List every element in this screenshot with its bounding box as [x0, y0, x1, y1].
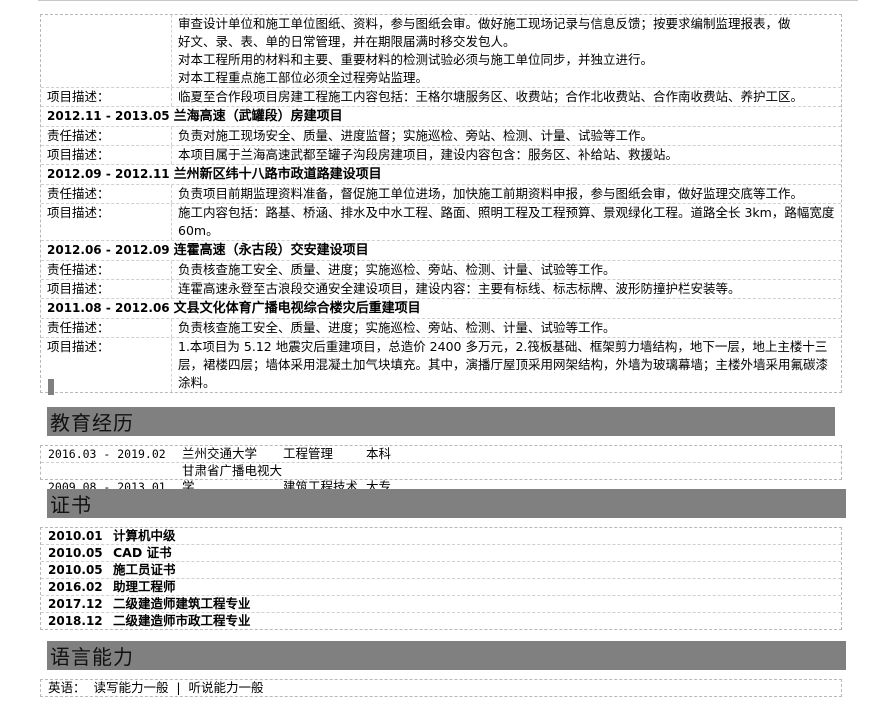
row-content: 负责项目前期监理资料准备，督促施工单位进场，加快施工前期资料申报，参与图纸会审，… [178, 186, 804, 201]
row-label: 项目描述： [41, 204, 172, 240]
project-row: 责任描述： 负责对施工现场安全、质量、进度监督；实施巡检、旁站、检测、计量、试验… [41, 127, 841, 146]
project-name: 兰海高速（武罐段）房建项目 [173, 109, 343, 124]
row-content: 审查设计单位和施工单位图纸、资料，参与图纸会审。做好施工现场记录与信息反馈；按要… [172, 15, 841, 87]
certificate-date: 2017.12 [48, 597, 103, 611]
section-title: 语言能力 [50, 645, 134, 669]
text-line: 对本工程所用的材料和主要、重要材料的检测试验必须与施工单位同步，并独立进行。 [178, 52, 654, 67]
text-cursor-mark [48, 379, 54, 395]
work-experience-table: 审查设计单位和施工单位图纸、资料，参与图纸会审。做好施工现场记录与信息反馈；按要… [40, 14, 842, 393]
project-row: 责任描述： 负责核查施工安全、质量、进度；实施巡检、旁站、检测、计量、试验等工作… [41, 319, 841, 338]
section-header-certificates: 证书 [47, 489, 846, 518]
project-row: 责任描述： 负责项目前期监理资料准备，督促施工单位进场，加快施工前期资料申报，参… [41, 185, 841, 204]
certificate-date: 2010.01 [48, 529, 103, 543]
section-header-education: 教育经历 [47, 407, 835, 436]
project-date: 2011.08 - 2012.06 [47, 301, 170, 315]
project-row: 项目描述： 连霍高速永登至古浪段交通安全建设项目，建设内容：主要有标线、标志标牌… [41, 280, 841, 299]
certificates-box: 2010.01 计算机中级 2010.05 CAD 证书 2010.05 施工员证书 … [40, 527, 842, 630]
certificate-name: 施工员证书 [113, 562, 176, 577]
row-label: 责任描述： [41, 185, 172, 203]
education-row: 2009.08 - 2013.01甘肃省广播电视大学 建筑工程技术 大专 [41, 463, 841, 494]
certificate-name: 计算机中级 [113, 528, 176, 543]
row-label [41, 15, 172, 87]
project-name: 连霍高速（永古段）交安建设项目 [173, 243, 369, 258]
certificate-row: 2017.12 二级建造师建筑工程专业 [41, 596, 841, 613]
row-content: 负责核查施工安全、质量、进度；实施巡检、旁站、检测、计量、试验等工作。 [178, 262, 616, 277]
certificate-name: 二级建造师市政工程专业 [113, 613, 251, 628]
project-row: 项目描述： 本项目属于兰海高速武都至罐子沟段房建项目，建设内容包含：服务区、补给… [41, 146, 841, 165]
project-name: 兰州新区纬十八路市政道路建设项目 [173, 167, 382, 182]
certificate-row: 2010.01 计算机中级 [41, 528, 841, 545]
project-date: 2012.09 - 2012.11 [47, 167, 170, 181]
certificate-row: 2010.05 CAD 证书 [41, 545, 841, 562]
education-box: 2016.03 - 2019.02 兰州交通大学 工程管理 本科 2009.08 - … [40, 445, 842, 494]
row-content: 1.本项目为 5.12 地震灾后重建项目，总造价 2400 多万元，2.筏板基础… [178, 339, 829, 390]
row-label: 项目描述： [41, 88, 172, 106]
certificate-row: 2016.02 助理工程师 [41, 579, 841, 596]
section-title: 教育经历 [50, 411, 134, 435]
certificate-date: 2016.02 [48, 580, 103, 594]
languages-box: 英语： 读写能力一般 | 听说能力一般 [40, 679, 842, 697]
education-row: 2016.03 - 2019.02 兰州交通大学 工程管理 本科 [41, 446, 841, 463]
education-period: 2016.03 - 2019.02 [48, 447, 166, 461]
certificate-date: 2018.12 [48, 614, 103, 628]
project-name: 文县文化体育广播电视综合楼灾后重建项目 [173, 301, 421, 316]
project-date: 2012.11 - 2013.05 [47, 109, 170, 123]
row-label: 责任描述： [41, 127, 172, 145]
text-line: 对本工程重点施工部位必须全过程旁站监理。 [178, 70, 429, 85]
text-line: 好文、录、表、单的日常管理，并在期限届满时移交发包人。 [178, 34, 516, 49]
certificate-row: 2018.12 二级建造师市政工程专业 [41, 613, 841, 629]
certificate-date: 2010.05 [48, 546, 103, 560]
row-label: 责任描述： [41, 261, 172, 279]
row-label: 项目描述： [41, 146, 172, 164]
project-header: 2012.09 - 2012.11 兰州新区纬十八路市政道路建设项目 [41, 165, 841, 185]
project-row: 项目描述： 施工内容包括：路基、桥涵、排水及中水工程、路面、照明工程及工程预算、… [41, 204, 841, 241]
project-header: 2011.08 - 2012.06 文县文化体育广播电视综合楼灾后重建项目 [41, 299, 841, 319]
top-responsibility-row: 审查设计单位和施工单位图纸、资料，参与图纸会审。做好施工现场记录与信息反馈；按要… [41, 15, 841, 88]
row-content: 连霍高速永登至古浪段交通安全建设项目，建设内容：主要有标线、标志标牌、波形防撞护… [178, 281, 741, 296]
text-line: 审查设计单位和施工单位图纸、资料，参与图纸会审。做好施工现场记录与信息反馈；按要… [178, 16, 791, 31]
page-top-border [38, 0, 858, 2]
row-label: 责任描述： [41, 319, 172, 337]
row-content: 施工内容包括：路基、桥涵、排水及中水工程、路面、照明工程及工程预算、景观绿化工程… [178, 205, 835, 238]
education-major: 工程管理 [283, 446, 334, 461]
project-row: 责任描述： 负责核查施工安全、质量、进度；实施巡检、旁站、检测、计量、试验等工作… [41, 261, 841, 280]
project-row: 项目描述： 1.本项目为 5.12 地震灾后重建项目，总造价 2400 多万元，… [41, 338, 841, 392]
language-row: 英语： 读写能力一般 | 听说能力一般 [48, 680, 264, 695]
education-degree: 本科 [366, 446, 392, 461]
certificate-name: CAD 证书 [113, 545, 172, 560]
certificate-name: 二级建造师建筑工程专业 [113, 596, 251, 611]
certificate-name: 助理工程师 [113, 579, 176, 594]
top-description-row: 项目描述： 临夏至合作段项目房建工程施工内容包括：王格尔塘服务区、收费站；合作北… [41, 88, 841, 107]
project-header: 2012.06 - 2012.09 连霍高速（永古段）交安建设项目 [41, 241, 841, 261]
row-label: 项目描述： [41, 280, 172, 298]
row-content: 负责对施工现场安全、质量、进度监督；实施巡检、旁站、检测、计量、试验等工作。 [178, 128, 654, 143]
row-content: 本项目属于兰海高速武都至罐子沟段房建项目，建设内容包含：服务区、补给站、救援站。 [178, 147, 679, 162]
section-header-languages: 语言能力 [47, 641, 846, 670]
row-content: 负责核查施工安全、质量、进度；实施巡检、旁站、检测、计量、试验等工作。 [178, 320, 616, 335]
section-title: 证书 [50, 493, 92, 517]
certificate-row: 2010.05 施工员证书 [41, 562, 841, 579]
education-school: 兰州交通大学 [182, 446, 258, 461]
project-date: 2012.06 - 2012.09 [47, 243, 170, 257]
row-label: 项目描述： [41, 338, 172, 392]
project-header: 2012.11 - 2013.05 兰海高速（武罐段）房建项目 [41, 107, 841, 127]
row-content: 临夏至合作段项目房建工程施工内容包括：王格尔塘服务区、收费站；合作北收费站、合作… [178, 89, 804, 104]
certificate-date: 2010.05 [48, 563, 103, 577]
